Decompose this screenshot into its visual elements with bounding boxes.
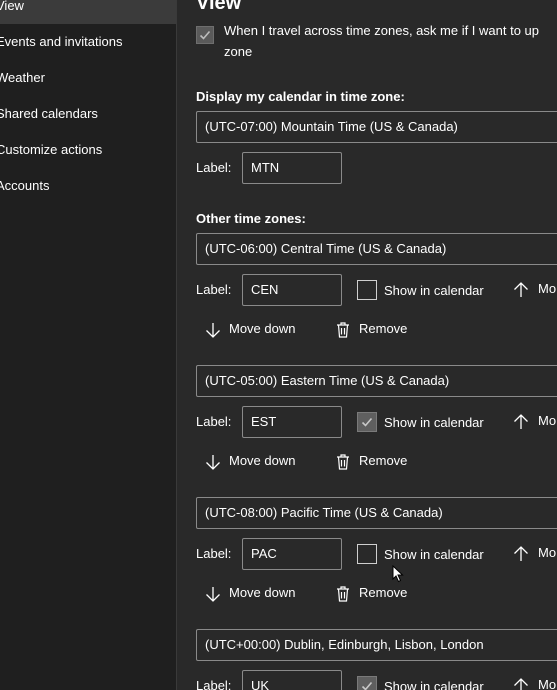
remove-button[interactable]: Remove	[335, 584, 425, 604]
trash-icon	[337, 454, 349, 470]
show-in-calendar-checkbox[interactable]	[357, 280, 377, 300]
trash-icon	[337, 586, 349, 602]
move-up-label: Mo	[538, 281, 557, 296]
sidebar-item-events-and-invitations[interactable]: Events and invitations	[0, 24, 176, 60]
zone-label-input[interactable]: UK	[242, 670, 342, 690]
zone-label-input[interactable]: CEN	[242, 274, 342, 306]
remove-button[interactable]: Remove	[335, 320, 425, 340]
move-up-button[interactable]: Mo	[512, 412, 557, 432]
move-up-label: Mo	[538, 413, 557, 428]
move-up-button[interactable]: Mo	[512, 676, 557, 690]
remove-label: Remove	[359, 453, 408, 468]
move-up-button[interactable]: Mo	[512, 280, 557, 300]
move-down-button[interactable]: Move down	[204, 320, 314, 340]
sidebar-item-weather[interactable]: Weather	[0, 60, 176, 96]
arrow-up-icon	[514, 678, 528, 690]
other-timezone-select[interactable]: (UTC-06:00) Central Time (US & Canada)	[196, 233, 557, 265]
move-down-button[interactable]: Move down	[204, 452, 314, 472]
other-timezones-heading: Other time zones:	[196, 211, 306, 226]
travel-timezone-label-line2: zone	[224, 44, 253, 59]
move-up-label: Mo	[538, 677, 557, 690]
arrow-up-icon	[514, 546, 528, 561]
show-in-calendar-label: Show in calendar	[384, 415, 484, 430]
checkmark-icon	[199, 30, 211, 40]
settings-sidebar: View Events and invitations Weather Shar…	[0, 0, 176, 690]
show-in-calendar-checkbox[interactable]	[357, 412, 377, 432]
display-label-input[interactable]: MTN	[242, 152, 342, 184]
zone-label-caption: Label:	[196, 678, 232, 690]
move-down-label: Move down	[229, 453, 296, 468]
arrow-down-icon	[206, 455, 220, 470]
sidebar-item-view[interactable]: View	[0, 0, 176, 24]
arrow-up-icon	[514, 282, 528, 297]
show-in-calendar-label: Show in calendar	[384, 283, 484, 298]
remove-button[interactable]: Remove	[335, 452, 425, 472]
sidebar-item-customize-actions[interactable]: Customize actions	[0, 132, 176, 168]
travel-timezone-label-line1: When I travel across time zones, ask me …	[224, 23, 540, 38]
zone-label-input[interactable]: EST	[242, 406, 342, 438]
move-down-label: Move down	[229, 585, 296, 600]
view-settings-panel: View When I travel across time zones, as…	[177, 0, 557, 690]
other-timezone-select[interactable]: (UTC-08:00) Pacific Time (US & Canada)	[196, 497, 557, 529]
move-down-label: Move down	[229, 321, 296, 336]
remove-label: Remove	[359, 585, 408, 600]
zone-label-input[interactable]: PAC	[242, 538, 342, 570]
zone-label-caption: Label:	[196, 546, 232, 561]
remove-label: Remove	[359, 321, 408, 336]
move-up-label: Mo	[538, 545, 557, 560]
travel-timezone-label: When I travel across time zones, ask me …	[224, 20, 557, 62]
display-label-caption: Label:	[196, 160, 232, 175]
other-timezone-select[interactable]: (UTC+00:00) Dublin, Edinburgh, Lisbon, L…	[196, 629, 557, 661]
zone-label-caption: Label:	[196, 282, 232, 297]
page-title: View	[196, 0, 242, 14]
move-down-button[interactable]: Move down	[204, 584, 314, 604]
travel-timezone-checkbox[interactable]	[196, 26, 214, 44]
show-in-calendar-checkbox[interactable]	[357, 676, 377, 690]
sidebar-item-accounts[interactable]: Accounts	[0, 168, 176, 204]
display-timezone-select[interactable]: (UTC-07:00) Mountain Time (US & Canada)	[196, 111, 557, 143]
arrow-down-icon	[206, 323, 220, 338]
arrow-up-icon	[514, 414, 528, 429]
checkmark-icon	[361, 417, 373, 427]
mouse-cursor-icon	[392, 565, 404, 583]
display-timezone-heading: Display my calendar in time zone:	[196, 89, 405, 104]
show-in-calendar-checkbox[interactable]	[357, 544, 377, 564]
show-in-calendar-label: Show in calendar	[384, 679, 484, 690]
arrow-down-icon	[206, 587, 220, 602]
sidebar-item-shared-calendars[interactable]: Shared calendars	[0, 96, 176, 132]
trash-icon	[337, 322, 349, 338]
show-in-calendar-label: Show in calendar	[384, 547, 484, 562]
zone-label-caption: Label:	[196, 414, 232, 429]
checkmark-icon	[361, 681, 373, 690]
move-up-button[interactable]: Mo	[512, 544, 557, 564]
other-timezone-select[interactable]: (UTC-05:00) Eastern Time (US & Canada)	[196, 365, 557, 397]
